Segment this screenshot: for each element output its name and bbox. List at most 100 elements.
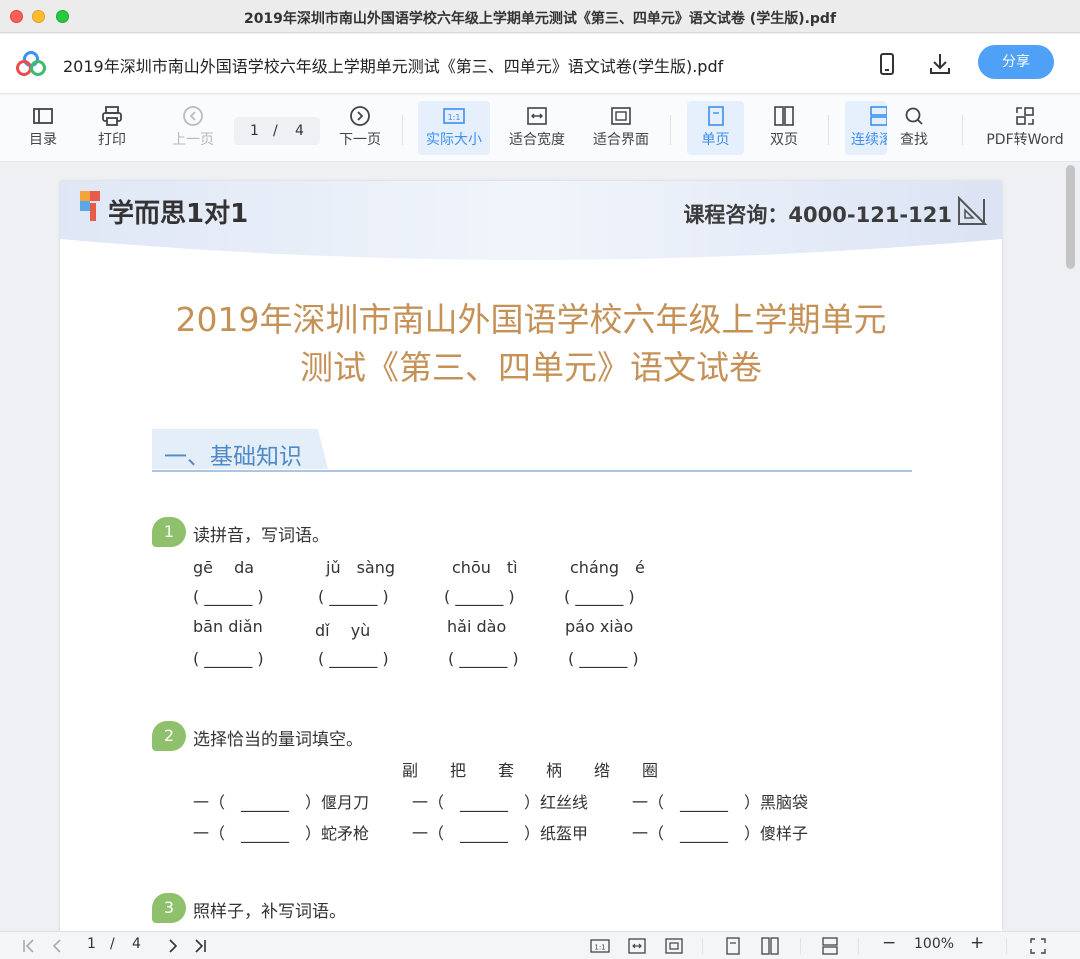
sidebar-icon <box>33 108 53 124</box>
print-label: 打印 <box>98 132 126 148</box>
share-button[interactable]: 分享 <box>978 45 1054 79</box>
status-divider <box>702 938 703 954</box>
fill-blank-item: 一（ ______ ）傻样子 <box>632 824 809 843</box>
prev-page-icon[interactable] <box>48 937 68 955</box>
fill-blank-item: 一（ ______ ）偃月刀 <box>193 793 370 812</box>
fullscreen-icon[interactable] <box>1028 937 1048 955</box>
next-page-button[interactable]: 下一页 <box>334 101 386 155</box>
fit-width-button[interactable]: 适合宽度 <box>505 101 569 155</box>
toolbar-divider <box>828 115 829 145</box>
pinyin-item: dǐ yù <box>315 621 371 640</box>
hotline-text: 课程咨询：4000-121-121 <box>683 203 952 227</box>
answer-blank: ( ______ ) <box>444 587 515 606</box>
pdf-to-word-label: PDF转Word <box>986 132 1064 148</box>
fit-page-icon[interactable] <box>664 937 684 955</box>
pinyin-item: bān diǎn <box>193 617 263 636</box>
pinyin-item: jǔ sàng <box>326 558 396 577</box>
answer-blank: ( ______ ) <box>193 649 264 668</box>
page-separator: / <box>273 123 278 139</box>
actual-size-button[interactable]: 1:1 实际大小 <box>418 101 490 155</box>
find-label: 查找 <box>900 132 928 148</box>
actual-size-icon[interactable]: 1:1 <box>590 937 610 955</box>
chevron-right-circle-icon <box>350 106 370 126</box>
last-page-icon[interactable] <box>190 937 210 955</box>
app-header: 2019年深圳市南山外国语学校六年级上学期单元测试《第三、四单元》语文试卷(学生… <box>0 34 1080 94</box>
actual-size-icon: 1:1 <box>443 108 465 124</box>
actual-size-glyph: 1:1 <box>448 113 461 122</box>
fit-width-icon <box>527 107 547 125</box>
single-page-icon <box>707 106 724 126</box>
toolbar-divider <box>402 115 403 145</box>
pinyin-item: páo xiào <box>565 617 634 636</box>
status-page-separator: / <box>110 936 115 952</box>
print-button[interactable]: 打印 <box>89 101 135 155</box>
current-page: 1 <box>250 123 259 139</box>
chevron-left-circle-icon <box>183 106 203 126</box>
total-pages: 4 <box>295 123 304 139</box>
page-number-input[interactable]: 1 / 4 <box>234 117 320 145</box>
fit-page-icon <box>611 107 631 125</box>
fit-page-button[interactable]: 适合界面 <box>589 101 653 155</box>
brand-name: 学而思1对1 <box>108 199 249 229</box>
double-page-icon[interactable] <box>760 937 780 955</box>
document-heading-line2: 测试《第三、四单元》语文试卷 <box>300 348 762 387</box>
first-page-icon[interactable] <box>20 937 40 955</box>
status-actual-size-glyph: 1:1 <box>594 944 605 952</box>
zoom-level: 100% <box>914 936 955 952</box>
toc-button[interactable]: 目录 <box>20 101 66 155</box>
ruler-triangle-icon <box>958 195 988 225</box>
double-page-button[interactable]: 双页 <box>760 101 808 155</box>
next-page-icon[interactable] <box>162 937 182 955</box>
find-button[interactable]: 查找 <box>892 101 936 155</box>
status-divider <box>1006 938 1007 954</box>
pinyin-item: hǎi dào <box>447 617 507 636</box>
fill-blank-item: 一（ ______ ）黑脑袋 <box>632 793 809 812</box>
document-viewer[interactable]: 学而思1对1 课程咨询：4000-121-121 2019年深圳市南山外国语学校… <box>0 163 1080 931</box>
toolbar-divider <box>962 115 963 145</box>
fit-width-label: 适合宽度 <box>509 132 565 148</box>
status-total-pages: 4 <box>132 936 141 952</box>
mobile-icon[interactable] <box>874 51 900 77</box>
fit-width-icon[interactable] <box>627 937 647 955</box>
question-number-badge: 2 <box>152 721 186 751</box>
prev-page-label: 上一页 <box>172 132 214 148</box>
next-page-label: 下一页 <box>339 132 381 148</box>
fill-blank-item: 一（ ______ ）红丝线 <box>412 793 589 812</box>
brand-logo-icon <box>80 191 100 221</box>
measure-word-options: 副 把 套 柄 绺 圈 <box>402 761 659 780</box>
prev-page-button[interactable]: 上一页 <box>168 101 218 155</box>
zoom-out-button[interactable]: − <box>882 933 896 953</box>
pdf-to-word-button[interactable]: PDF转Word <box>984 101 1066 155</box>
window-titlebar: 2019年深圳市南山外国语学校六年级上学期单元测试《第三、四单元》语文试卷 (学… <box>0 0 1080 33</box>
section-title: 一、基础知识 <box>164 444 302 470</box>
status-divider <box>858 938 859 954</box>
status-divider <box>800 938 801 954</box>
single-page-icon[interactable] <box>723 937 743 955</box>
double-page-label: 双页 <box>770 132 798 148</box>
download-icon[interactable] <box>927 51 953 77</box>
pinyin-item: chōu tì <box>452 558 518 577</box>
single-page-button[interactable]: 单页 <box>687 101 744 155</box>
answer-blank: ( ______ ) <box>318 649 389 668</box>
toc-label: 目录 <box>29 132 57 148</box>
continuous-scroll-icon <box>870 106 887 126</box>
status-current-page: 1 <box>87 936 96 952</box>
printer-icon <box>102 106 122 126</box>
single-page-label: 单页 <box>701 132 730 148</box>
fill-blank-item: 一（ ______ ）蛇矛枪 <box>193 824 370 843</box>
vertical-scrollbar[interactable] <box>1066 165 1075 269</box>
question-text: 读拼音，写词语。 <box>193 526 329 546</box>
pinyin-item: gē da <box>193 558 255 577</box>
continuous-scroll-icon[interactable] <box>820 937 840 955</box>
continuous-scroll-label: 连续滚 <box>851 132 887 148</box>
answer-blank: ( ______ ) <box>564 587 635 606</box>
double-page-icon <box>774 106 794 126</box>
answer-blank: ( ______ ) <box>568 649 639 668</box>
document-title: 2019年深圳市南山外国语学校六年级上学期单元测试《第三、四单元》语文试卷(学生… <box>63 57 724 76</box>
zoom-in-button[interactable]: + <box>970 933 984 953</box>
continuous-scroll-button[interactable]: 连续滚 <box>845 101 887 155</box>
fill-blank-item: 一（ ______ ）纸盔甲 <box>412 824 589 843</box>
document-heading-line1: 2019年深圳市南山外国语学校六年级上学期单元 <box>175 300 887 339</box>
search-icon <box>905 107 923 125</box>
toolbar-divider <box>670 115 671 145</box>
